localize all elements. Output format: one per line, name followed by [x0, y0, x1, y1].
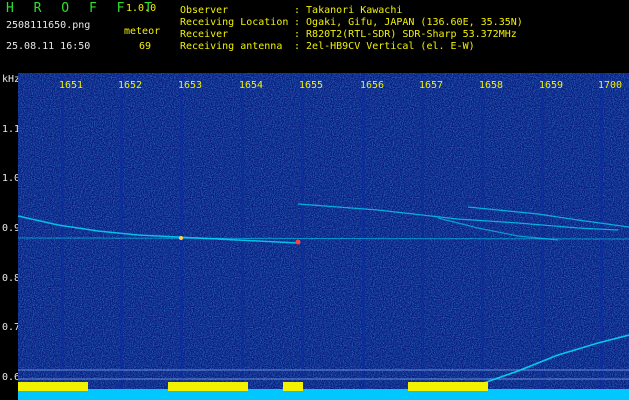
level-bar-base — [18, 389, 629, 400]
level-bar-peak — [283, 382, 303, 391]
level-bar-peak — [408, 382, 488, 391]
level-bar-peak — [18, 382, 88, 391]
minute-band — [120, 73, 123, 400]
meteor-head — [179, 236, 183, 240]
meteor-count: 69 — [139, 41, 152, 52]
observer-value: : Takanori Kawachi — [294, 5, 403, 16]
minute-band — [61, 73, 64, 400]
time-tick-label: 1655 — [299, 80, 324, 91]
time-tick-label: 1656 — [360, 80, 385, 91]
time-tick-label: 1657 — [419, 80, 444, 91]
location-label: Receiving Location — [180, 17, 289, 28]
minute-band — [301, 73, 304, 400]
receiver-label: Receiver — [180, 29, 229, 40]
meteor-label: meteor — [124, 26, 161, 37]
date-time: 25.08.11 16:50 — [6, 41, 91, 52]
antenna-label: Receiving antenna — [180, 41, 283, 52]
spectrogram: 1651 1652 1653 1654 1655 1656 1657 1658 1659 1700 — [18, 73, 629, 400]
minute-band — [481, 73, 484, 400]
minute-band — [600, 73, 603, 400]
spectrogram-canvas — [18, 73, 629, 400]
time-tick-label: 1652 — [118, 80, 143, 91]
minute-band — [541, 73, 544, 400]
minute-band — [421, 73, 424, 400]
time-tick-label: 1654 — [239, 80, 264, 91]
time-tick-label: 1653 — [178, 80, 203, 91]
receiver-value: : R820T2(RTL-SDR) SDR-Sharp 53.372MHz — [294, 29, 517, 40]
app-version: 1.0.0 — [126, 3, 157, 14]
minute-band — [241, 73, 244, 400]
time-tick-label: 1700 — [598, 80, 623, 91]
observer-label: Observer — [180, 5, 229, 16]
time-tick-label: 1659 — [539, 80, 564, 91]
minute-band — [362, 73, 365, 400]
location-value: : Ogaki, Gifu, JAPAN (136.60E, 35.35N) — [294, 17, 523, 28]
antenna-value: : 2el-HB9CV Vertical (el. E-W) — [294, 41, 475, 52]
time-tick-label: 1658 — [479, 80, 504, 91]
meteor-head — [295, 239, 301, 245]
file-name: 2508111650.png — [6, 20, 91, 31]
time-tick-label: 1651 — [59, 80, 84, 91]
level-bar-peak — [168, 382, 248, 391]
header-panel: H R O F F T 1.0.0 2508111650.png 25.08.1… — [0, 0, 629, 73]
noise-texture — [18, 73, 629, 400]
